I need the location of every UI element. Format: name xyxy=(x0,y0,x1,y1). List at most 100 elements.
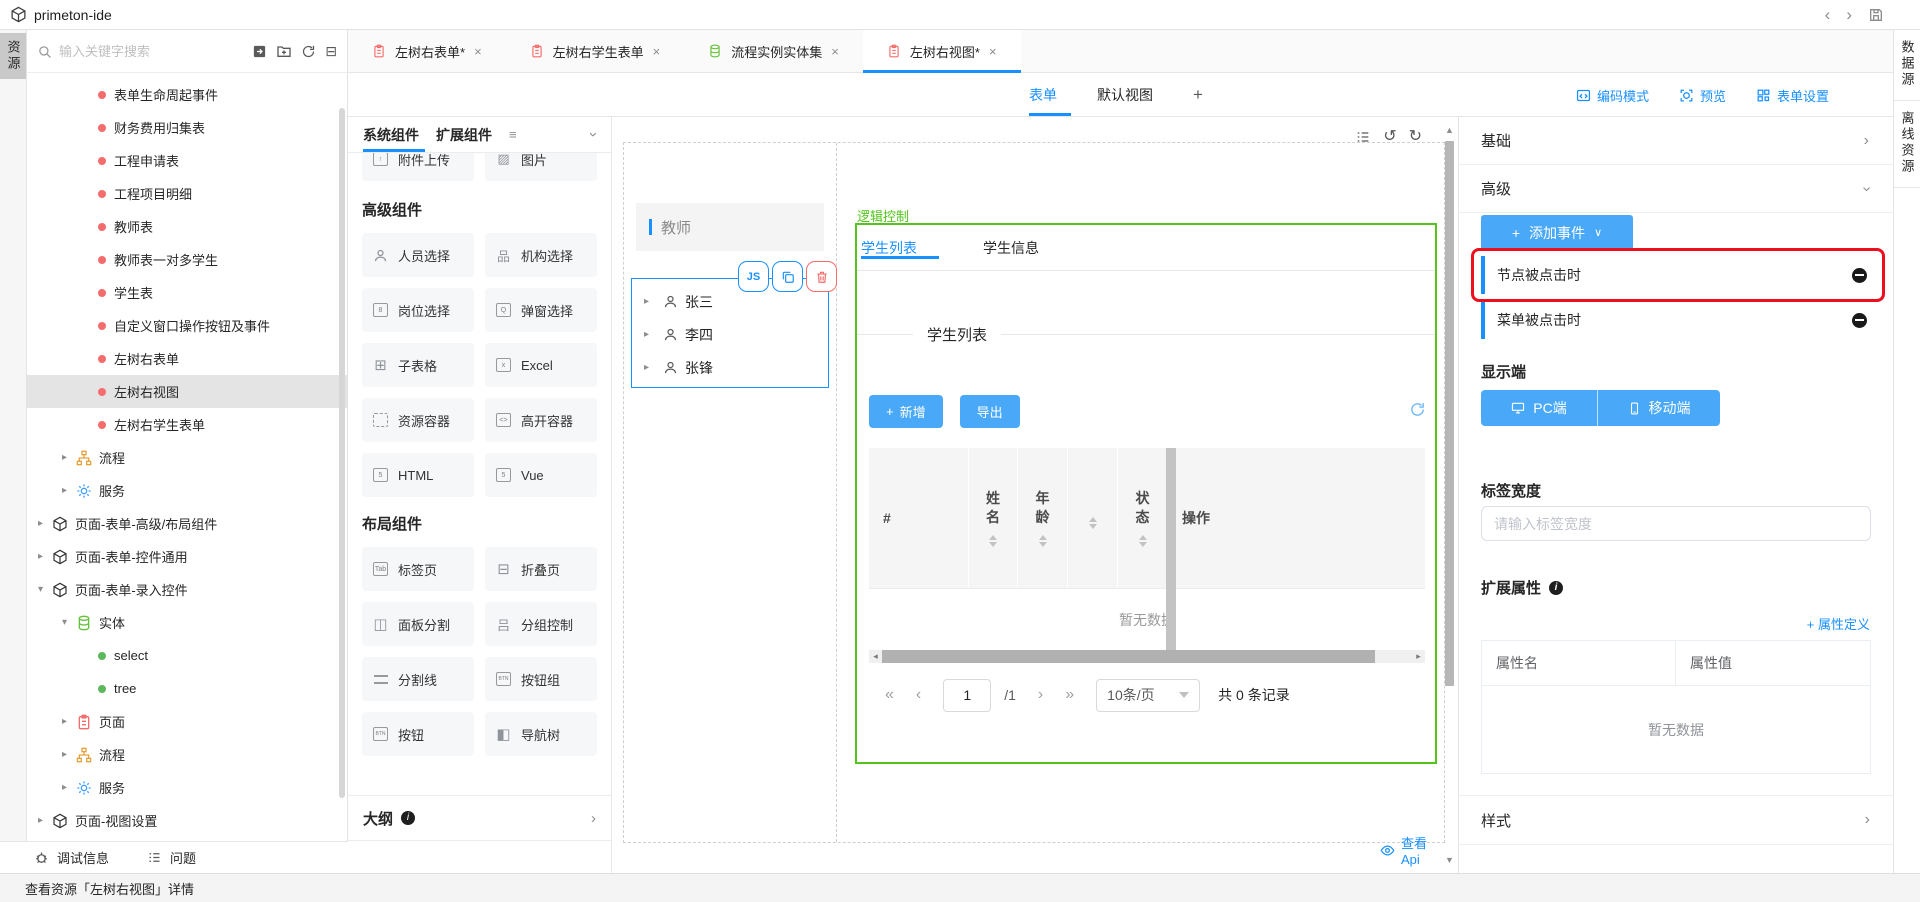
tree-scrollbar[interactable] xyxy=(339,108,345,798)
caret-right-icon[interactable]: ▸ xyxy=(62,716,76,727)
view-api-link[interactable]: 查看Api xyxy=(1380,833,1444,867)
column-header-gender[interactable] xyxy=(1068,448,1118,588)
hscroll-thumb[interactable] xyxy=(882,650,1375,663)
form-settings-button[interactable]: 表单设置 xyxy=(1756,86,1829,105)
palette-item-button[interactable]: BTN按钮 xyxy=(362,712,474,756)
tree-item[interactable]: ▸页面-表单-控件通用 xyxy=(27,540,347,573)
tree-item[interactable]: 表单生命周起事件 xyxy=(27,78,347,111)
column-header-status[interactable]: 状态 xyxy=(1118,448,1168,588)
tree-item[interactable]: 自定义窗口操作按钮及事件 xyxy=(27,309,347,342)
delete-widget-button[interactable] xyxy=(806,261,837,292)
sort-icons[interactable] xyxy=(1139,535,1147,547)
scroll-right-icon[interactable]: ▸ xyxy=(1412,650,1425,663)
add-row-button[interactable]: +新增 xyxy=(869,395,943,428)
palette-item-tabs[interactable]: Tab标签页 xyxy=(362,547,474,591)
tree-item[interactable]: 财务费用归集表 xyxy=(27,111,347,144)
resources-strip-tab[interactable]: 资源 xyxy=(0,33,26,79)
tree-item[interactable]: 左树右学生表单 xyxy=(27,408,347,441)
section-style[interactable]: 样式 › xyxy=(1459,795,1894,845)
tree-item[interactable]: ▾页面-表单-录入控件 xyxy=(27,573,347,606)
export-button[interactable]: 导出 xyxy=(960,395,1020,428)
tree-item[interactable]: 教师表 xyxy=(27,210,347,243)
remove-event-icon[interactable] xyxy=(1852,268,1867,283)
palette-item-collapse[interactable]: ⊟折叠页 xyxy=(485,547,597,591)
palette-item-person-select[interactable]: 人员选择 xyxy=(362,233,474,277)
tree-item[interactable]: ▸服务 xyxy=(27,474,347,507)
teacher-node[interactable]: ▸李四 xyxy=(632,318,828,351)
tab-extend-components[interactable]: 扩展组件 xyxy=(436,125,492,145)
palette-item-org-select[interactable]: 品机构选择 xyxy=(485,233,597,277)
outline-bar[interactable]: 大纲 i › xyxy=(348,795,611,841)
sort-icons[interactable] xyxy=(1089,517,1097,529)
tree-item[interactable]: ▾实体 xyxy=(27,606,347,639)
problems-tab[interactable]: 问题 xyxy=(147,848,196,867)
palette-item-button-group[interactable]: BTN按钮组 xyxy=(485,657,597,701)
search-input[interactable] xyxy=(59,44,245,59)
caret-right-icon[interactable]: ▸ xyxy=(38,551,52,562)
column-header-index[interactable]: # xyxy=(869,448,969,588)
sort-icons[interactable] xyxy=(1039,535,1047,547)
caret-down-icon[interactable]: ▾ xyxy=(62,617,76,628)
pc-target-button[interactable]: PC端 xyxy=(1481,390,1598,426)
last-page-button[interactable]: » xyxy=(1065,686,1074,704)
first-page-button[interactable]: « xyxy=(885,686,894,704)
refresh-icon[interactable] xyxy=(301,44,316,59)
tab-form[interactable]: 表单 xyxy=(1029,85,1057,105)
palette-item-vue[interactable]: 5Vue xyxy=(485,453,597,497)
close-icon[interactable]: × xyxy=(474,44,482,59)
palette-item-code-container[interactable]: <>高开容器 xyxy=(485,398,597,442)
palette-item-divider[interactable]: 分割线 xyxy=(362,657,474,701)
column-header-actions[interactable]: 操作 xyxy=(1168,448,1425,588)
palette-item-image[interactable]: ▨图片 xyxy=(485,153,597,181)
current-page-input[interactable]: 1 xyxy=(943,679,991,712)
table-vertical-scrollbar[interactable] xyxy=(1166,448,1176,650)
refresh-table-icon[interactable] xyxy=(1409,401,1426,418)
palette-item-resource-container[interactable]: 资源容器 xyxy=(362,398,474,442)
import-resource-icon[interactable] xyxy=(252,44,267,59)
remove-event-icon[interactable] xyxy=(1852,313,1867,328)
section-advanced[interactable]: 高级 › xyxy=(1459,165,1893,213)
palette-item-attachment-upload[interactable]: ↑附件上传 xyxy=(362,153,474,181)
palette-item-group-control[interactable]: 吕分组控制 xyxy=(485,602,597,646)
caret-right-icon[interactable]: ▸ xyxy=(62,485,76,496)
palette-item-popup-select[interactable]: Q弹窗选择 xyxy=(485,288,597,332)
tree-item[interactable]: 左树右表单 xyxy=(27,342,347,375)
new-folder-icon[interactable] xyxy=(276,43,292,59)
event-item-node-clicked[interactable]: 节点被点击时 xyxy=(1481,256,1879,294)
teacher-tree-widget[interactable]: ▸张三 ▸李四 ▸张锋 xyxy=(631,278,829,388)
debug-info-tab[interactable]: 调试信息 xyxy=(34,848,109,867)
caret-right-icon[interactable]: ▸ xyxy=(38,815,52,826)
tree-item[interactable]: 学生表 xyxy=(27,276,347,309)
define-property-link[interactable]: + 属性定义 xyxy=(1807,614,1870,633)
scroll-up-icon[interactable]: ▲ xyxy=(1445,125,1454,135)
caret-right-icon[interactable]: ▸ xyxy=(644,296,656,307)
tree-item[interactable]: ▸服务 xyxy=(27,771,347,804)
copy-widget-button[interactable] xyxy=(772,261,803,292)
section-basic[interactable]: 基础 › xyxy=(1459,117,1893,165)
palette-item-post-select[interactable]: 8岗位选择 xyxy=(362,288,474,332)
tree-item[interactable]: 教师表一对多学生 xyxy=(27,243,347,276)
history-forward-icon[interactable]: › xyxy=(1846,6,1852,23)
code-mode-button[interactable]: 编码模式 xyxy=(1576,86,1649,105)
caret-right-icon[interactable]: ▸ xyxy=(38,518,52,529)
preview-button[interactable]: 预览 xyxy=(1679,86,1726,105)
save-icon[interactable] xyxy=(1868,7,1884,23)
caret-right-icon[interactable]: ▸ xyxy=(644,329,656,340)
js-logic-button[interactable]: JS xyxy=(738,261,769,292)
next-page-button[interactable]: › xyxy=(1038,686,1043,704)
tree-item[interactable]: tree xyxy=(27,672,347,705)
table-horizontal-scrollbar[interactable]: ◂ ▸ xyxy=(869,650,1425,663)
tree-item[interactable]: ▸页面-表单-高级/布局组件 xyxy=(27,507,347,540)
column-header-name[interactable]: 姓名 xyxy=(969,448,1018,588)
close-icon[interactable]: × xyxy=(989,44,997,59)
tab-student-list[interactable]: 学生列表 xyxy=(861,238,917,258)
page-size-select[interactable]: 10条/页 xyxy=(1096,679,1200,712)
doc-tab[interactable]: 左树右学生表单 × xyxy=(506,30,685,72)
tab-student-info[interactable]: 学生信息 xyxy=(983,238,1039,258)
tree-item[interactable]: ▸流程 xyxy=(27,441,347,474)
collapse-all-icon[interactable]: ⊟ xyxy=(325,44,337,58)
add-view-button[interactable]: + xyxy=(1193,85,1203,105)
caret-right-icon[interactable]: ▸ xyxy=(62,452,76,463)
caret-right-icon[interactable]: ▸ xyxy=(62,749,76,760)
logic-control-container[interactable]: 学生列表 学生信息 学生列表 +新增 导出 # 姓名 年龄 状态 xyxy=(855,223,1437,764)
